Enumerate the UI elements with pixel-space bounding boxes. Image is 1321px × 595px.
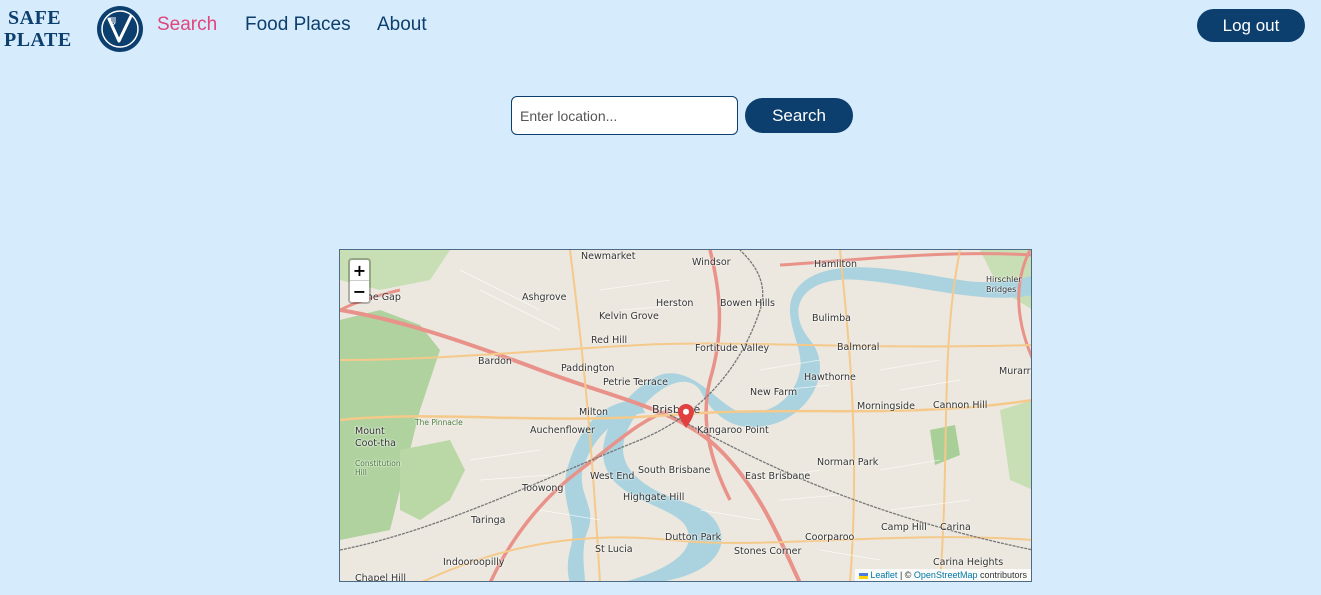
map-label-windsor: Windsor bbox=[692, 257, 731, 268]
map-label-mount-coot-tha: Mount Coot-tha bbox=[355, 426, 396, 449]
map-label-toowong: Toowong bbox=[522, 483, 564, 494]
map-label-coorparoo: Coorparoo bbox=[805, 532, 855, 543]
map-label-chapel-hill: Chapel Hill bbox=[355, 573, 407, 582]
map-label-auchenflower: Auchenflower bbox=[530, 425, 595, 436]
map-attribution: Leaflet | © OpenStreetMap contributors bbox=[854, 569, 1031, 581]
map-label-bowen-hills: Bowen Hills bbox=[720, 298, 775, 309]
zoom-in-button[interactable]: + bbox=[350, 260, 369, 281]
ukraine-flag-icon bbox=[858, 572, 868, 579]
map-label-kelvin-grove: Kelvin Grove bbox=[599, 311, 659, 322]
zoom-out-button[interactable]: − bbox=[350, 281, 369, 302]
logo-line-2: PLATE bbox=[4, 29, 72, 51]
map-label-balmoral: Balmoral bbox=[837, 342, 880, 353]
nav-food-places-link[interactable]: Food Places bbox=[245, 14, 351, 36]
map-label-constitution-hill: Constitution Hill bbox=[355, 459, 401, 477]
map-label-stones-corner: Stones Corner bbox=[734, 546, 802, 557]
map-label-cannon-hill: Cannon Hill bbox=[933, 400, 988, 411]
map-label-carina: Carina bbox=[940, 522, 971, 533]
map-label-paddington: Paddington bbox=[561, 363, 615, 374]
location-search-input[interactable] bbox=[511, 96, 738, 135]
fork-check-logo-icon bbox=[97, 6, 143, 52]
map[interactable]: Newmarket Windsor Hamilton The Gap Ashgr… bbox=[339, 249, 1032, 582]
nav-about-link[interactable]: About bbox=[377, 14, 427, 36]
map-label-milton: Milton bbox=[579, 407, 609, 418]
leaflet-link[interactable]: Leaflet bbox=[870, 570, 897, 580]
map-label-taringa: Taringa bbox=[471, 515, 506, 526]
zoom-control: + − bbox=[348, 258, 371, 304]
map-label-indooroopilly: Indooroopilly bbox=[443, 557, 505, 568]
map-label-newmarket: Newmarket bbox=[581, 251, 636, 262]
map-label-st-lucia: St Lucia bbox=[595, 544, 633, 555]
map-label-hamilton: Hamilton bbox=[814, 259, 858, 270]
map-label-new-farm: New Farm bbox=[750, 387, 798, 398]
map-label-morningside: Morningside bbox=[857, 401, 915, 412]
nav-search-link[interactable]: Search bbox=[157, 14, 217, 36]
map-label-fortitude-valley: Fortitude Valley bbox=[695, 343, 770, 354]
map-label-hawthorne: Hawthorne bbox=[804, 372, 856, 383]
map-label-dutton-park: Dutton Park bbox=[665, 532, 722, 543]
logo[interactable]: SAFE PLATE bbox=[4, 4, 144, 54]
attribution-suffix: contributors bbox=[977, 570, 1027, 580]
logo-text: SAFE PLATE bbox=[4, 7, 72, 51]
map-label-west-end: West End bbox=[590, 471, 635, 482]
openstreetmap-link[interactable]: OpenStreetMap bbox=[914, 570, 978, 580]
search-button[interactable]: Search bbox=[745, 98, 853, 133]
location-marker-icon[interactable] bbox=[678, 404, 694, 428]
map-label-east-brisbane: East Brisbane bbox=[745, 471, 811, 482]
map-label-norman-park: Norman Park bbox=[817, 457, 879, 468]
map-label-red-hill: Red Hill bbox=[591, 335, 628, 346]
map-label-carina-heights: Carina Heights bbox=[933, 557, 1004, 568]
map-label-camp-hill: Camp Hill bbox=[881, 522, 927, 533]
map-label-bardon: Bardon bbox=[478, 356, 512, 367]
map-label-ashgrove: Ashgrove bbox=[522, 292, 567, 303]
attribution-separator: | © bbox=[897, 570, 914, 580]
map-label-the-pinnacle: The Pinnacle bbox=[415, 418, 463, 427]
map-label-hirschler-bridges: Hirschler Bridges bbox=[986, 275, 1022, 294]
map-label-south-brisbane: South Brisbane bbox=[638, 465, 711, 476]
logout-button[interactable]: Log out bbox=[1197, 9, 1305, 42]
map-label-murarrie: Murarrie bbox=[999, 366, 1031, 377]
map-label-petrie-terrace: Petrie Terrace bbox=[603, 377, 668, 388]
map-label-bulimba: Bulimba bbox=[812, 313, 851, 324]
map-label-kangaroo-point: Kangaroo Point bbox=[697, 425, 769, 436]
logo-line-1: SAFE bbox=[8, 7, 62, 29]
map-label-highgate-hill: Highgate Hill bbox=[623, 492, 685, 503]
map-label-herston: Herston bbox=[656, 298, 694, 309]
